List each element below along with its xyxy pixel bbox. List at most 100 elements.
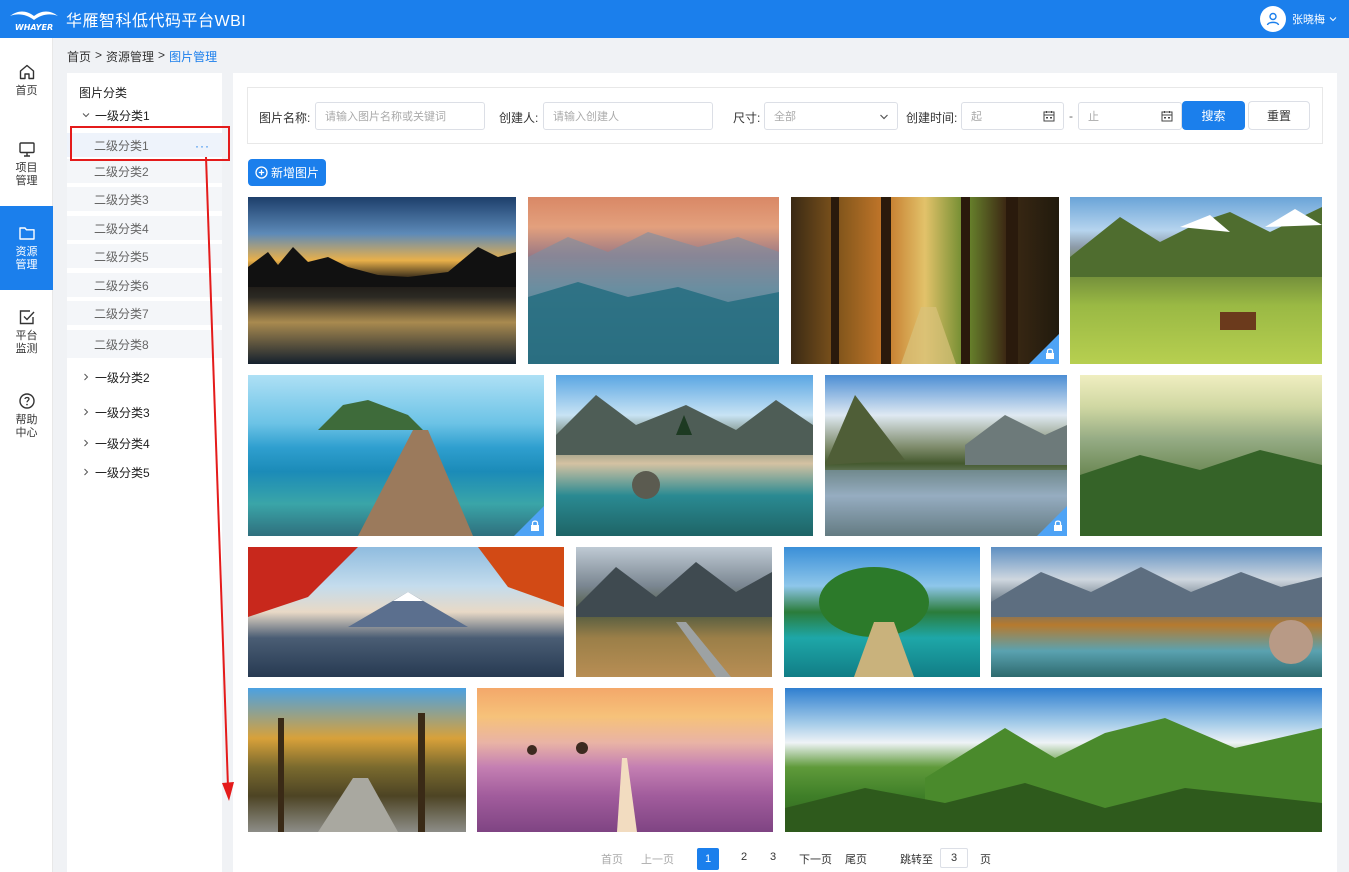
size-select[interactable]: 全部 — [764, 102, 898, 130]
chevron-down-icon — [880, 114, 888, 120]
monitor-icon — [18, 142, 35, 157]
alpine-valley-road-image — [576, 562, 772, 677]
lake-sunset-image — [248, 247, 516, 287]
start-date-placeholder: 起 — [971, 111, 982, 123]
meadow-mountains-image — [1070, 207, 1322, 330]
mountain-lake-reflection-image — [556, 395, 813, 499]
gallery-image[interactable] — [785, 688, 1322, 832]
next-page-link[interactable]: 下一页 — [799, 851, 832, 867]
autumn-forest-image — [831, 197, 1018, 364]
nav-label: 首页 — [15, 84, 38, 97]
pier-island-image — [318, 400, 473, 536]
last-page-link[interactable]: 尾页 — [845, 851, 867, 867]
tree-node-label: 二级分类2 — [94, 164, 149, 179]
tree-title: 图片分类 — [79, 86, 128, 100]
poplar-forest-image — [278, 713, 425, 832]
mount-fuji-image — [248, 547, 564, 627]
tree-node-label: 一级分类4 — [95, 436, 150, 451]
reset-button[interactable]: 重置 — [1248, 101, 1310, 130]
page-number[interactable]: 3 — [770, 851, 776, 863]
creator-input[interactable]: 请输入创建人 — [543, 102, 713, 130]
jump-label: 跳转至 — [900, 854, 933, 866]
user-menu[interactable]: 张晓梅 — [1260, 5, 1337, 33]
gallery-image[interactable] — [528, 197, 779, 364]
gallery-image[interactable] — [791, 197, 1059, 364]
plus-circle-icon — [255, 166, 268, 179]
gallery-image[interactable] — [477, 688, 773, 832]
end-date-input[interactable]: 止 — [1078, 102, 1182, 130]
chevron-right-icon[interactable] — [79, 370, 93, 384]
nav-label: 平台监测 — [15, 330, 38, 355]
home-icon — [19, 64, 34, 79]
add-image-label: 新增图片 — [270, 166, 319, 180]
creator-label: 创建人: — [499, 111, 539, 125]
add-image-button[interactable]: 新增图片 — [248, 159, 326, 186]
nav-item-home[interactable]: 首页 — [0, 38, 53, 122]
breadcrumb-current: 图片管理 — [169, 50, 218, 64]
name-input[interactable]: 请输入图片名称或关键词 — [315, 102, 485, 130]
page-number-active[interactable]: 1 — [697, 848, 719, 870]
filter-bar: 图片名称: 请输入图片名称或关键词 创建人: 请输入创建人 尺寸: 全部 创建时… — [247, 87, 1323, 144]
folder-icon — [18, 227, 35, 240]
chevron-right-icon[interactable] — [79, 405, 93, 419]
gallery-image[interactable] — [576, 547, 772, 677]
prev-page-link[interactable]: 上一页 — [641, 851, 674, 867]
help-circle-icon — [18, 393, 35, 409]
annotation-arrow — [205, 156, 234, 801]
check-square-icon — [19, 310, 35, 325]
nav-item-resources[interactable]: 资源管理 — [0, 206, 53, 290]
gallery-image[interactable] — [825, 375, 1067, 536]
user-name: 张晓梅 — [1292, 14, 1325, 26]
gallery-image[interactable] — [1080, 375, 1322, 536]
pagination: 首页 上一页 1 2 3 下一页 尾页 跳转至 3 页 — [233, 848, 1337, 870]
gallery-image[interactable] — [991, 547, 1322, 677]
gallery-image[interactable] — [248, 547, 564, 677]
tree-node-label: 二级分类8 — [94, 337, 149, 352]
tropical-island-image — [819, 567, 929, 677]
river-valley-image — [825, 395, 1067, 536]
autumn-lake-deer-image — [991, 567, 1322, 664]
breadcrumb: 首页 > 资源管理 > 图片管理 — [67, 48, 217, 65]
gallery-image[interactable] — [248, 375, 544, 536]
gallery-image[interactable] — [248, 197, 516, 364]
size-label: 尺寸: — [733, 111, 761, 125]
tree-node-label: 二级分类7 — [94, 306, 149, 321]
nav-item-monitoring[interactable]: 平台监测 — [0, 290, 53, 374]
size-value: 全部 — [774, 111, 796, 123]
breadcrumb-parent[interactable]: 资源管理 — [106, 48, 154, 65]
svg-text:WHAYER: WHAYER — [15, 23, 53, 32]
nav-label: 帮助中心 — [15, 414, 38, 439]
start-date-input[interactable]: 起 — [961, 102, 1064, 130]
page-number[interactable]: 2 — [741, 851, 747, 863]
tree-node-label: 一级分类2 — [95, 370, 150, 385]
first-page-link[interactable]: 首页 — [601, 851, 623, 867]
tree-node-label: 二级分类4 — [94, 221, 149, 236]
chevron-right-icon[interactable] — [79, 436, 93, 450]
chevron-down-icon[interactable] — [79, 108, 93, 122]
tree-node-label: 二级分类3 — [94, 192, 149, 207]
chevron-right-icon[interactable] — [79, 465, 93, 479]
jump-page-input[interactable]: 3 — [940, 848, 968, 868]
nav-item-projects[interactable]: 项目管理 — [0, 122, 53, 206]
calendar-icon — [1043, 111, 1055, 122]
nav-item-help[interactable]: 帮助中心 — [0, 374, 53, 458]
lock-icon — [1029, 334, 1059, 364]
breadcrumb-home[interactable]: 首页 — [67, 48, 91, 65]
gallery-image[interactable] — [248, 688, 466, 832]
misty-mountains-image — [528, 232, 779, 364]
search-button[interactable]: 搜索 — [1182, 101, 1245, 130]
whayer-logo: WHAYER — [6, 4, 62, 34]
lock-icon — [1037, 506, 1067, 536]
breadcrumb-separator: > — [158, 48, 166, 62]
chevron-down-icon — [1329, 17, 1337, 22]
name-placeholder: 请输入图片名称或关键词 — [325, 111, 446, 123]
page-suffix: 页 — [980, 854, 991, 866]
time-label: 创建时间: — [906, 111, 958, 125]
gallery-image[interactable] — [556, 375, 813, 536]
tree-node-level1[interactable]: 一级分类1 — [67, 107, 222, 123]
date-range-separator: - — [1069, 109, 1073, 123]
breadcrumb-separator: > — [95, 48, 103, 62]
app-title: 华雁智科低代码平台WBI — [66, 13, 247, 30]
gallery-image[interactable] — [784, 547, 980, 677]
gallery-image[interactable] — [1070, 197, 1322, 364]
